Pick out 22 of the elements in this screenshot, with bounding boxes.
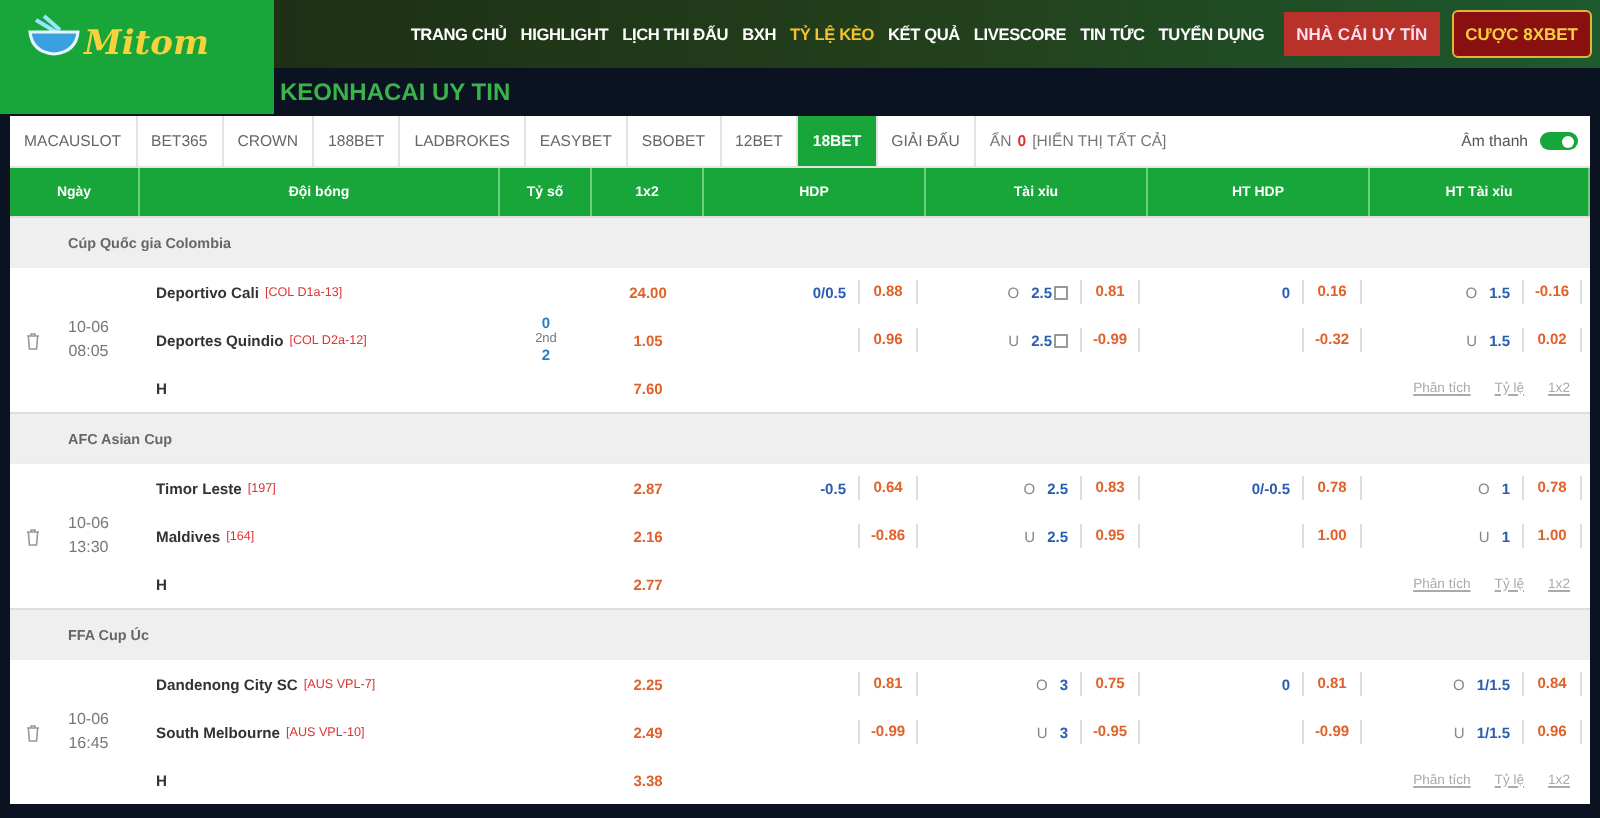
small-square-icon xyxy=(1054,285,1068,299)
nav-link[interactable]: LIVESCORE xyxy=(973,24,1067,44)
trash-icon[interactable] xyxy=(26,527,40,545)
page-title: KEONHACAI UY TIN xyxy=(280,78,511,106)
nav-link[interactable]: TUYỂN DỤNG xyxy=(1158,24,1265,44)
nav-link[interactable]: HIGHLIGHT xyxy=(520,24,609,44)
match-time: 10-06 08:05 xyxy=(68,316,109,364)
sound-toggle[interactable] xyxy=(1540,132,1578,150)
nav-link[interactable]: BXH xyxy=(742,24,776,44)
nav-link[interactable]: KẾT QUẢ xyxy=(887,24,960,44)
trash-icon[interactable] xyxy=(26,331,40,349)
nav-link[interactable]: LỊCH THI ĐẤU xyxy=(622,24,729,44)
match-time: 10-06 16:45 xyxy=(68,708,109,756)
header-button[interactable]: CƯỢC 8XBET xyxy=(1451,10,1592,58)
match-time: 10-06 13:30 xyxy=(68,512,109,560)
header-button[interactable]: NHÀ CÁI UY TÍN xyxy=(1284,12,1440,56)
trash-icon[interactable] xyxy=(26,723,40,741)
nav-link[interactable]: TỶ LỆ KÈO xyxy=(789,24,874,44)
nav-link[interactable]: TRANG CHỦ xyxy=(410,24,507,44)
small-square-icon xyxy=(1054,333,1068,347)
bowl-icon[interactable] xyxy=(28,12,80,56)
nav-link[interactable]: TIN TỨC xyxy=(1080,24,1145,44)
